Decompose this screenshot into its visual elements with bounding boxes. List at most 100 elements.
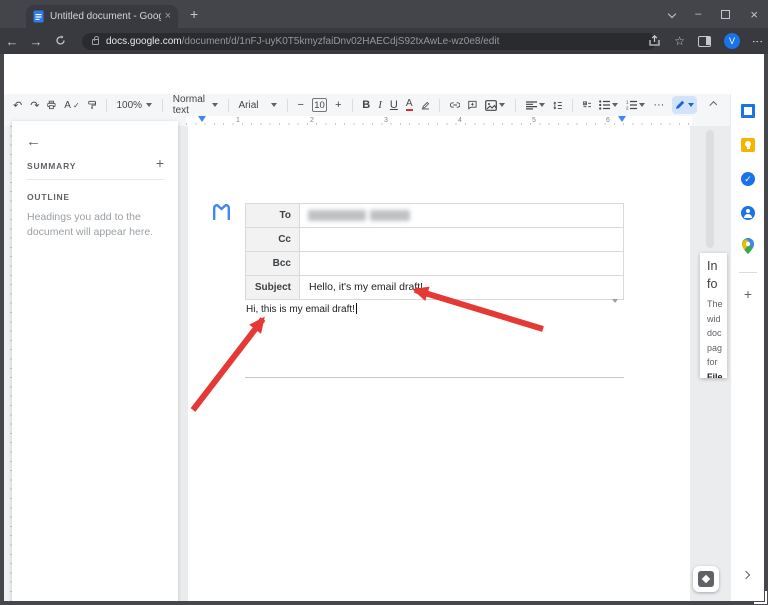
card-text-line: doc — [707, 326, 727, 341]
contacts-icon[interactable] — [731, 206, 765, 220]
card-text-line: pag — [707, 341, 727, 356]
explore-icon — [698, 571, 714, 587]
bcc-label: Bcc — [246, 252, 300, 275]
text-color-button[interactable]: A — [406, 99, 413, 111]
spellcheck-icon[interactable]: A✓ — [64, 100, 79, 111]
browser-window: Untitled document - Google Do × + – × ← … — [0, 0, 768, 605]
checklist-icon[interactable] — [583, 100, 592, 110]
tasks-icon[interactable]: ✓ — [731, 172, 765, 186]
redacted-recipient — [308, 210, 366, 221]
font-size-increase-button[interactable]: + — [335, 99, 341, 111]
line-spacing-icon[interactable] — [553, 100, 562, 111]
window-frame — [764, 54, 768, 605]
browser-menu-icon[interactable]: ⋮ — [753, 36, 760, 47]
cc-value[interactable] — [300, 228, 624, 251]
window-frame — [0, 601, 768, 605]
window-controls: – × — [669, 0, 758, 28]
left-indent-marker[interactable] — [198, 116, 206, 122]
maximize-button[interactable] — [721, 10, 730, 19]
ruler-number: 3 — [384, 117, 388, 124]
right-indent-marker[interactable] — [618, 116, 626, 122]
insert-image-button[interactable] — [485, 100, 505, 111]
highlight-color-icon[interactable] — [421, 99, 430, 111]
reload-button[interactable] — [48, 34, 72, 49]
lock-icon[interactable] — [92, 39, 99, 45]
url-domain: docs.google.com — [106, 36, 182, 47]
hide-menus-icon[interactable] — [710, 101, 718, 109]
window-resize-corner — [754, 591, 767, 604]
editing-mode-button[interactable] — [672, 96, 697, 114]
ruler-number: 6 — [606, 117, 610, 124]
url-path: /document/d/1nFJ-uyK0T5kmyzfaiDnv02HAECd… — [182, 36, 500, 47]
svg-text:1: 1 — [626, 100, 629, 105]
font-size-decrease-button[interactable]: − — [297, 99, 303, 111]
email-field-to[interactable]: To — [246, 204, 624, 228]
ruler-number: 4 — [458, 117, 462, 124]
outline-hint-text: Headings you add to the document will ap… — [27, 210, 169, 240]
toolbar-more-button[interactable]: ··· — [653, 99, 664, 111]
numbered-list-button[interactable]: 12 — [626, 100, 645, 110]
undo-icon[interactable]: ↶ — [13, 99, 22, 112]
new-tab-button[interactable]: + — [190, 6, 198, 22]
browser-tab[interactable]: Untitled document - Google Do × — [26, 5, 178, 28]
add-comment-icon[interactable] — [468, 99, 477, 111]
back-button[interactable]: ← — [0, 34, 24, 49]
window-menu-chevron-icon[interactable] — [668, 10, 676, 18]
share-page-icon[interactable] — [648, 35, 661, 47]
close-window-button[interactable]: × — [750, 7, 758, 22]
card-text-line: for — [707, 355, 727, 370]
italic-button[interactable]: I — [378, 99, 382, 111]
rail-divider — [739, 272, 757, 273]
paint-format-icon[interactable] — [88, 99, 96, 111]
draft-collapse-chevron-icon[interactable] — [612, 299, 618, 303]
close-outline-icon[interactable]: ← — [26, 133, 41, 150]
print-icon[interactable] — [47, 99, 56, 111]
svg-text:2: 2 — [626, 106, 629, 110]
tab-title: Untitled document - Google Do — [50, 11, 161, 22]
add-summary-button[interactable]: + — [156, 155, 164, 171]
browser-toolbar: ← → docs.google.com/document/d/1nFJ-uyK0… — [0, 28, 768, 54]
subject-label: Subject — [246, 276, 300, 299]
bulleted-list-button[interactable] — [599, 100, 618, 110]
insert-link-icon[interactable] — [450, 101, 460, 109]
summary-heading: SUMMARY — [27, 161, 76, 171]
browser-avatar[interactable]: V — [724, 33, 740, 49]
ruler-number: 1 — [236, 117, 240, 124]
zoom-select[interactable]: 100% — [116, 100, 152, 111]
email-body-text[interactable]: Hi, this is my email draft! — [246, 303, 357, 315]
font-size-field[interactable]: 10 — [312, 98, 327, 112]
maps-icon[interactable] — [731, 238, 765, 254]
scrollbar-thumb[interactable] — [706, 130, 714, 248]
align-button[interactable] — [526, 101, 545, 110]
keep-icon[interactable] — [731, 138, 765, 152]
bcc-value[interactable] — [300, 252, 624, 275]
email-field-subject[interactable]: Subject Hello, it's my email draft! — [246, 276, 624, 300]
document-canvas: To Cc Bcc Subject Hello, it's my ema — [4, 126, 730, 601]
bookmark-star-icon[interactable]: ☆ — [674, 34, 685, 48]
email-draft-fields[interactable]: To Cc Bcc Subject Hello, it's my ema — [245, 203, 624, 300]
email-draft-divider — [245, 377, 624, 378]
redo-icon[interactable]: ↷ — [30, 99, 39, 112]
email-field-cc[interactable]: Cc — [246, 228, 624, 252]
paragraph-style-select[interactable]: Normal text — [173, 94, 218, 116]
to-value[interactable] — [300, 204, 624, 227]
calendar-icon[interactable] — [731, 104, 765, 118]
get-addons-button[interactable]: + — [731, 286, 765, 302]
tab-close-icon[interactable]: × — [165, 11, 171, 22]
explore-button[interactable] — [693, 566, 719, 592]
underline-button[interactable]: U — [390, 99, 398, 111]
subject-value[interactable]: Hello, it's my email draft! — [300, 276, 624, 299]
minimize-button[interactable]: – — [695, 8, 701, 20]
docs-favicon-icon — [33, 10, 44, 23]
tab-strip: Untitled document - Google Do × + – × — [0, 0, 768, 28]
side-panel-icon[interactable] — [698, 36, 711, 47]
hide-side-panel-icon[interactable] — [742, 571, 750, 579]
email-field-bcc[interactable]: Bcc — [246, 252, 624, 276]
address-bar[interactable]: docs.google.com/document/d/1nFJ-uyK0T5km… — [82, 33, 656, 50]
font-select[interactable]: Arial — [238, 100, 276, 111]
workspace-side-rail: ✓ + — [730, 94, 764, 601]
bold-button[interactable]: B — [362, 99, 370, 111]
forward-button[interactable]: → — [24, 34, 48, 49]
document-page[interactable]: To Cc Bcc Subject Hello, it's my ema — [188, 126, 690, 601]
redacted-recipient — [370, 210, 410, 221]
